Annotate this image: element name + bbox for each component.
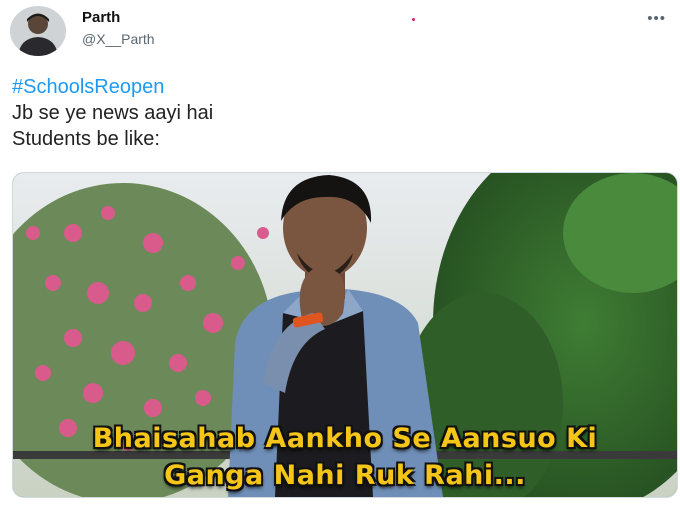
meme-caption-line-2: Ganga Nahi Ruk Rahi...	[164, 460, 526, 491]
tweet-media[interactable]: Bhaisahab Aankho Se Aansuo Ki Ganga Nahi…	[12, 172, 678, 498]
author-handle[interactable]: @X__Parth	[82, 31, 155, 47]
more-options-icon[interactable]: •••	[647, 10, 666, 27]
tweet-line-2: Students be like:	[12, 128, 160, 150]
author-name[interactable]: Parth	[82, 9, 120, 26]
status-dot	[412, 18, 415, 21]
tweet-text: #SchoolsReopen Jb se ye news aayi hai St…	[12, 74, 213, 152]
avatar[interactable]	[10, 6, 66, 56]
hashtag-link[interactable]: #SchoolsReopen	[12, 74, 213, 100]
tweet-line-1: Jb se ye news aayi hai	[12, 102, 214, 124]
tweet-header: Parth @X__Parth •••	[10, 6, 670, 56]
meme-caption-line-1: Bhaisahab Aankho Se Aansuo Ki	[92, 423, 598, 454]
